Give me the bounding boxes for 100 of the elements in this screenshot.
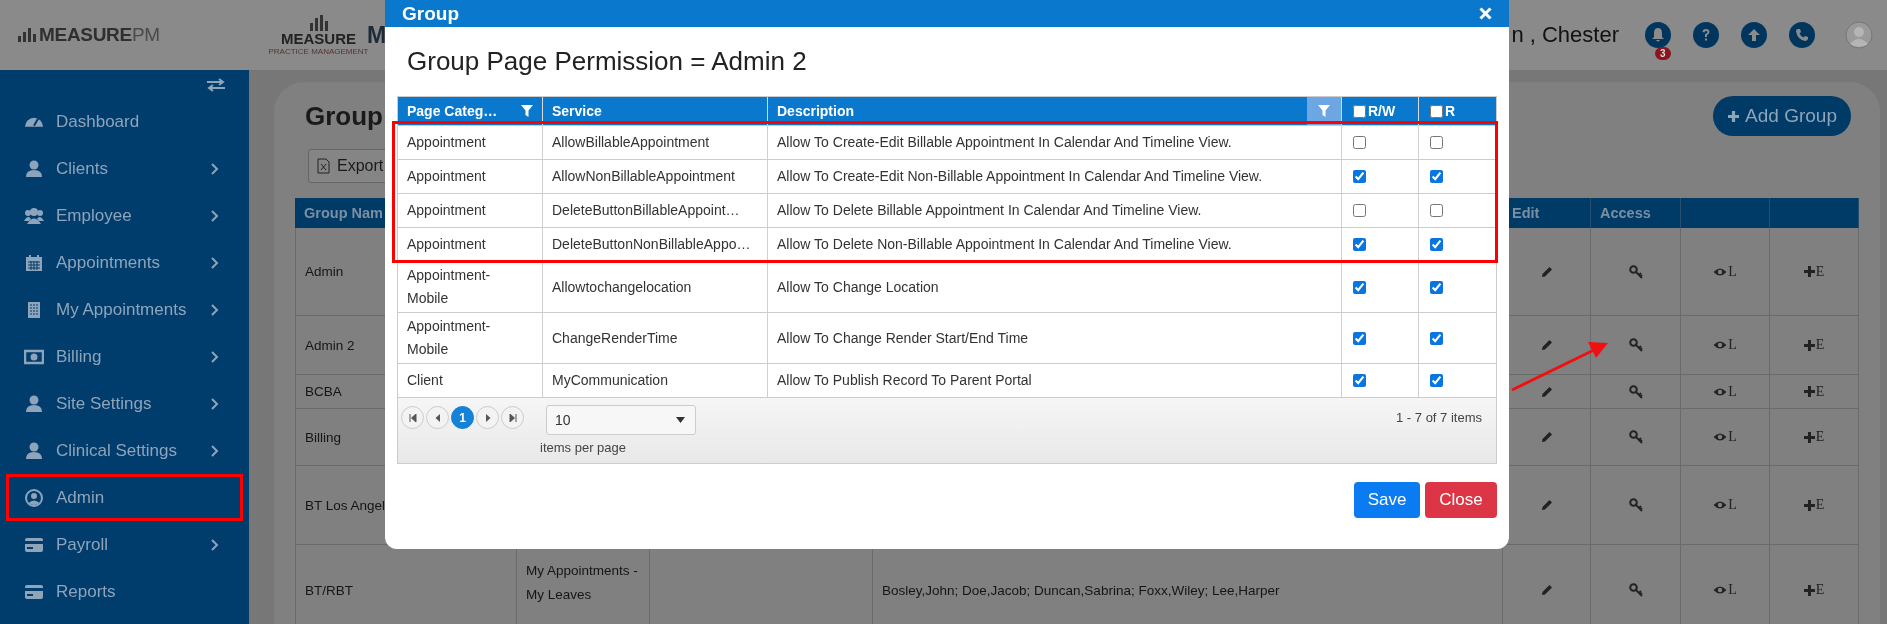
collapse-icon[interactable] — [206, 78, 226, 92]
gauge-icon — [24, 116, 44, 127]
close-button[interactable]: Close — [1425, 482, 1497, 518]
next-page-button[interactable] — [476, 406, 499, 429]
table-cell-text: Allow To Change Render Start/End Time — [777, 328, 1029, 348]
table-cell-text: Allow To Create-Edit Non-Billable Appointment In Calendar And Timeline View. — [777, 167, 1263, 186]
brand-name: MEASURE — [281, 30, 356, 47]
checkbox[interactable] — [1430, 204, 1443, 217]
table-cell-text: Allow To Delete Non-Billable Appointment In Calendar And Timeline View. — [777, 235, 1232, 254]
pencil-icon[interactable] — [1540, 385, 1553, 398]
checkbox[interactable] — [1430, 238, 1443, 251]
column-header[interactable]: R — [1445, 99, 1456, 123]
table-cell-text: MyCommunication — [552, 371, 668, 390]
chevron-icon — [211, 538, 219, 551]
pencil-icon[interactable] — [1540, 584, 1553, 596]
key-icon[interactable] — [1628, 583, 1643, 597]
phone-button[interactable] — [1789, 22, 1815, 48]
pencil-icon[interactable] — [1540, 339, 1553, 351]
add-button[interactable]: E — [1803, 582, 1825, 598]
eye-icon — [1713, 340, 1728, 350]
checkbox[interactable] — [1353, 280, 1366, 294]
add-group-button[interactable]: Add Group — [1713, 96, 1851, 136]
checkbox[interactable] — [1353, 136, 1366, 149]
page-size-select[interactable]: 10 — [546, 405, 696, 435]
checkbox[interactable] — [1430, 280, 1443, 294]
add-button[interactable]: E — [1803, 497, 1825, 513]
view-button[interactable]: L — [1713, 263, 1737, 280]
column-header[interactable]: R/W — [1368, 99, 1396, 123]
upload-button[interactable] — [1741, 22, 1767, 48]
table-cell-text: Allow To Change Location — [777, 277, 939, 297]
add-button[interactable]: E — [1803, 337, 1825, 353]
table-cell-text: Allow To Delete Billable Appointment In Calendar And Timeline View. — [777, 201, 1202, 220]
checkbox[interactable] — [1353, 204, 1366, 217]
add-button[interactable]: E — [1803, 263, 1825, 280]
view-button[interactable]: L — [1713, 497, 1737, 513]
key-icon[interactable] — [1628, 338, 1643, 352]
nav-item[interactable]: Employee — [6, 192, 243, 239]
table-cell-text: Appointment-Mobile — [407, 317, 492, 359]
checkbox[interactable] — [1353, 374, 1366, 387]
checkbox[interactable] — [1353, 170, 1366, 183]
bell-icon — [1651, 27, 1665, 43]
column-header[interactable]: Page Categ… — [407, 99, 498, 123]
checkbox[interactable] — [1430, 136, 1443, 149]
previous-page-button[interactable] — [426, 406, 449, 429]
last-page-button[interactable] — [501, 406, 524, 429]
table-cell-text: ChangeRenderTime — [552, 328, 678, 348]
column-header: Edit — [1512, 205, 1540, 221]
column-header[interactable]: Description — [777, 99, 854, 123]
nav-item[interactable]: Payroll — [6, 521, 243, 568]
key-icon[interactable] — [1628, 264, 1643, 279]
view-button[interactable]: L — [1713, 337, 1737, 353]
view-button[interactable]: L — [1713, 582, 1737, 598]
nav-item[interactable]: Admin — [6, 474, 243, 521]
save-button[interactable]: Save — [1354, 482, 1420, 518]
notifications-button[interactable] — [1645, 22, 1671, 48]
spreadsheet-icon — [317, 158, 330, 174]
view-button[interactable]: L — [1713, 383, 1737, 400]
eye-icon — [1713, 585, 1728, 595]
help-button[interactable] — [1693, 22, 1719, 48]
eye-icon — [1713, 266, 1728, 277]
filter-icon[interactable] — [521, 105, 533, 117]
select-all-checkbox[interactable] — [1430, 104, 1443, 118]
plus-icon — [1803, 499, 1815, 511]
next-icon — [484, 413, 491, 422]
checkbox[interactable] — [1353, 238, 1366, 251]
key-icon[interactable] — [1628, 430, 1643, 444]
checkbox[interactable] — [1430, 331, 1443, 345]
chevron-icon — [211, 209, 219, 222]
nav-item[interactable]: Clinical Settings — [6, 427, 243, 474]
view-button[interactable]: L — [1713, 429, 1737, 445]
select-all-checkbox[interactable] — [1353, 104, 1366, 118]
up-arrow-icon — [1747, 28, 1761, 42]
nav-item[interactable]: Appointments — [6, 239, 243, 286]
page-title: Group — [305, 100, 383, 132]
nav-item[interactable]: Clients — [6, 145, 243, 192]
nav-item[interactable]: Reports — [6, 568, 243, 615]
pencil-icon[interactable] — [1540, 499, 1553, 511]
pencil-icon[interactable] — [1540, 431, 1553, 443]
checkbox[interactable] — [1430, 374, 1443, 387]
pencil-icon[interactable] — [1540, 265, 1553, 278]
table-cell-text: My Appointments - My Leaves — [526, 562, 639, 604]
page-button[interactable]: 1 — [451, 406, 474, 429]
first-page-button[interactable] — [401, 406, 424, 429]
nav-item[interactable]: Dashboard — [6, 98, 243, 145]
key-icon[interactable] — [1628, 498, 1643, 512]
nav-item[interactable]: My Appointments — [6, 286, 243, 333]
chevron-icon — [211, 350, 219, 363]
app-title: M — [367, 21, 387, 49]
checkbox[interactable] — [1430, 170, 1443, 183]
column-header[interactable]: Service — [552, 99, 602, 123]
question-icon — [1701, 28, 1711, 42]
key-icon[interactable] — [1628, 384, 1643, 399]
add-button[interactable]: E — [1803, 383, 1825, 400]
close-icon[interactable] — [1479, 7, 1492, 20]
nav-item[interactable]: Billing — [6, 333, 243, 380]
chevron-icon — [211, 162, 219, 175]
column-header: Access — [1600, 205, 1651, 221]
checkbox[interactable] — [1353, 331, 1366, 345]
add-button[interactable]: E — [1803, 429, 1825, 445]
nav-item[interactable]: Site Settings — [6, 380, 243, 427]
